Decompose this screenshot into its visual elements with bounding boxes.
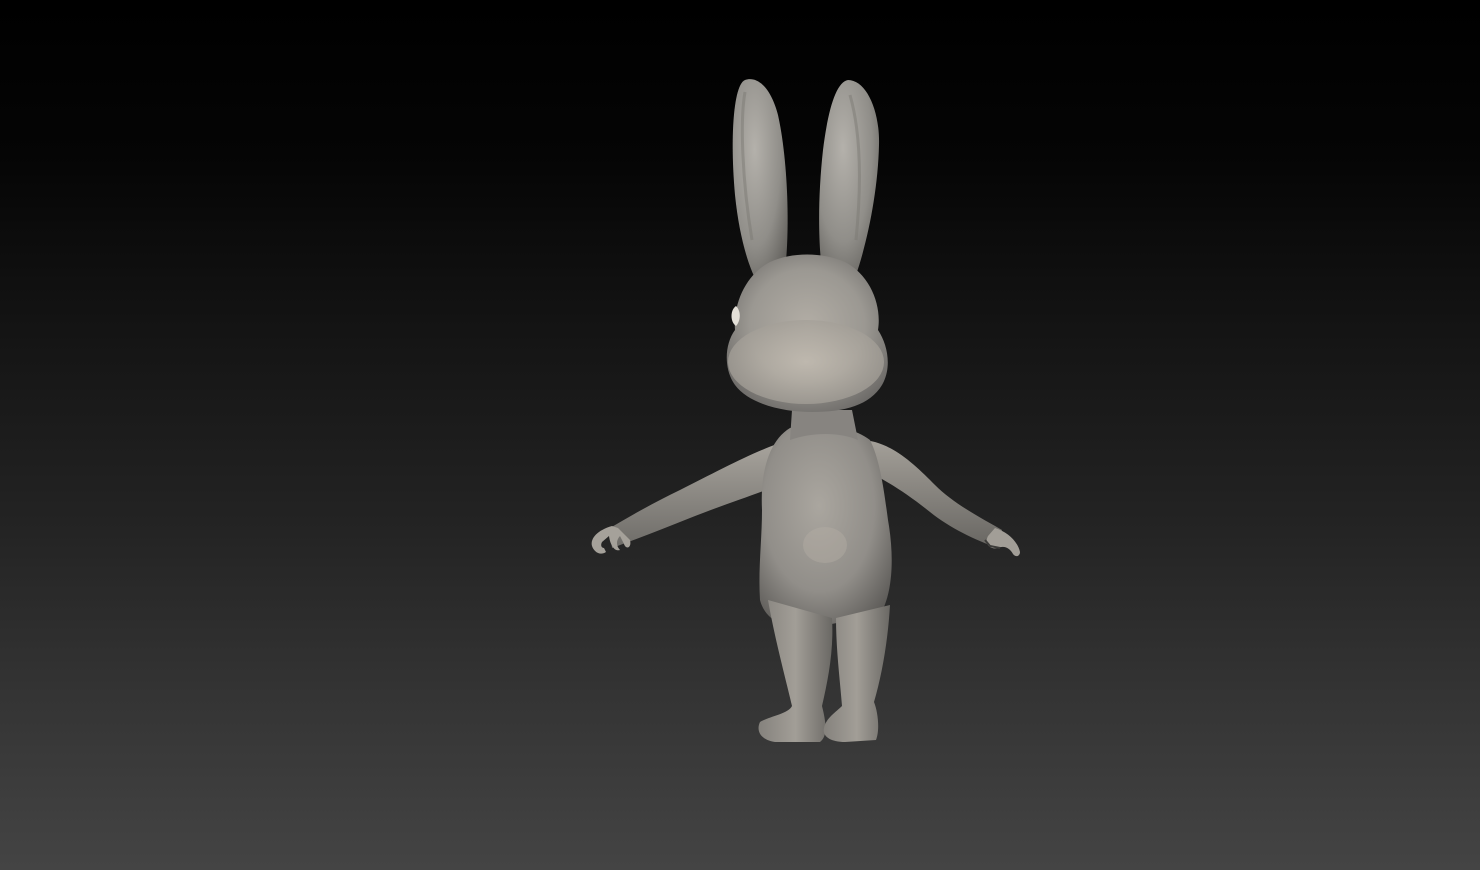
torso [759, 424, 892, 629]
left-leg [758, 600, 833, 742]
rabbit-model[interactable] [0, 0, 1480, 870]
right-leg [823, 605, 890, 742]
right-ear [819, 80, 880, 275]
head [726, 254, 888, 412]
3d-viewport[interactable] [0, 0, 1480, 870]
left-ear [732, 79, 788, 280]
